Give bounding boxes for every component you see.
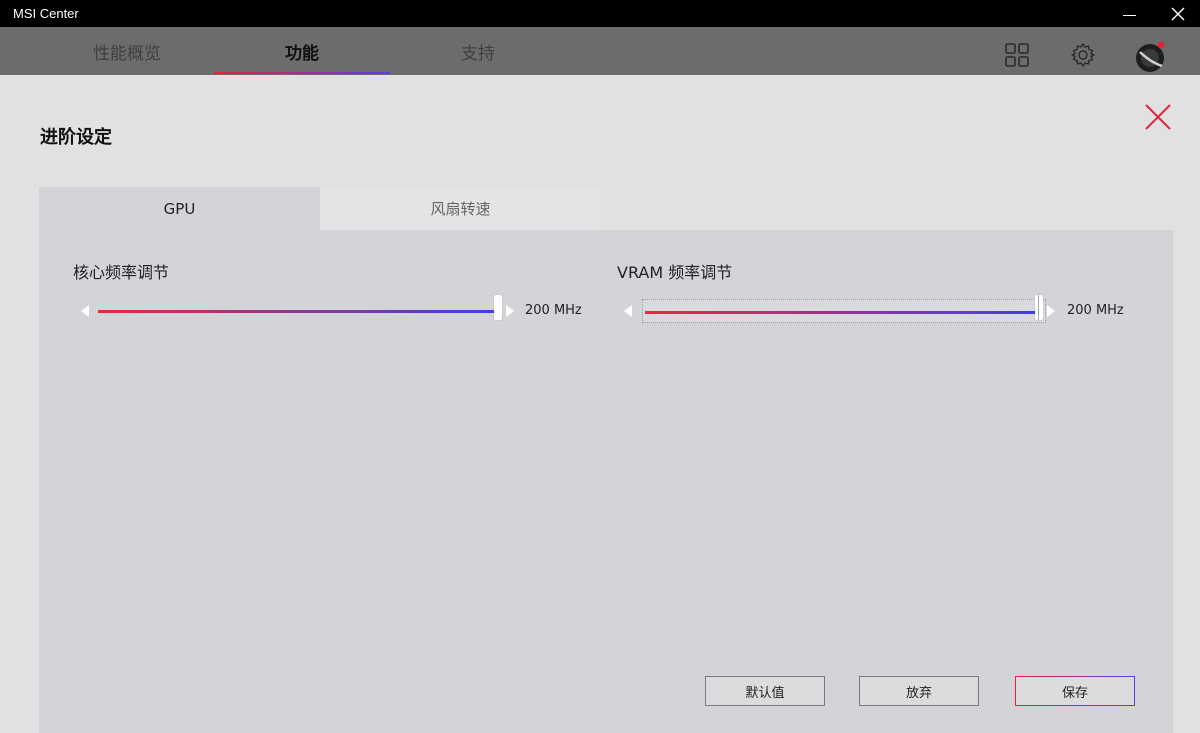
- vram-clock-fill: [645, 311, 1041, 314]
- discard-button[interactable]: 放弃: [859, 676, 979, 706]
- tab-support[interactable]: 支持: [390, 27, 566, 75]
- vram-clock-track[interactable]: [642, 299, 1046, 323]
- gpu-settings-content: 核心频率调节 200 MHz VRAM 频率调节 200 MHz 默认值 放弃 …: [39, 230, 1173, 733]
- settings-tabs: GPU 风扇转速: [39, 187, 609, 230]
- vram-clock-decrease-icon[interactable]: [624, 305, 632, 317]
- top-navigation: 性能概览 功能 支持: [0, 27, 1200, 75]
- tab-features[interactable]: 功能: [214, 27, 390, 75]
- vram-clock-increase-icon[interactable]: [1047, 305, 1055, 317]
- vram-clock-label: VRAM 频率调节: [617, 263, 733, 282]
- minimize-button[interactable]: [1112, 0, 1148, 27]
- grid-button[interactable]: [1004, 42, 1030, 68]
- default-button[interactable]: 默认值: [705, 676, 825, 706]
- profile-icon: [1136, 41, 1165, 72]
- tab-fan-speed[interactable]: 风扇转速: [320, 187, 601, 230]
- panel-close-button[interactable]: [1140, 99, 1176, 135]
- vram-clock-thumb[interactable]: [1035, 295, 1043, 320]
- grid-icon: [1005, 43, 1029, 67]
- profile-button[interactable]: [1134, 40, 1168, 74]
- close-icon: [1171, 7, 1185, 21]
- close-window-button[interactable]: [1160, 0, 1196, 27]
- save-button[interactable]: 保存: [1015, 676, 1135, 706]
- close-icon: [1145, 104, 1171, 130]
- vram-clock-value: 200 MHz: [1067, 303, 1124, 318]
- core-clock-increase-icon[interactable]: [506, 305, 514, 317]
- window-titlebar: MSI Center: [0, 0, 1200, 27]
- gear-icon: [1071, 43, 1095, 67]
- core-clock-label: 核心频率调节: [73, 263, 170, 282]
- app-title: MSI Center: [13, 6, 79, 21]
- vram-clock-slider[interactable]: 200 MHz: [624, 295, 1134, 327]
- core-clock-thumb[interactable]: [494, 295, 502, 320]
- active-tab-indicator: [214, 72, 390, 74]
- core-clock-track[interactable]: [95, 299, 505, 323]
- core-clock-decrease-icon[interactable]: [81, 305, 89, 317]
- panel-title: 进阶设定: [40, 127, 112, 148]
- tab-gpu[interactable]: GPU: [39, 187, 320, 230]
- tab-overview[interactable]: 性能概览: [40, 27, 214, 75]
- advanced-settings-panel: 进阶设定 GPU 风扇转速 核心频率调节 200 MHz VRAM 频率调节 2…: [0, 75, 1200, 733]
- core-clock-slider[interactable]: 200 MHz: [81, 295, 591, 327]
- core-clock-fill: [98, 310, 498, 313]
- settings-button[interactable]: [1070, 42, 1096, 68]
- core-clock-value: 200 MHz: [525, 303, 582, 318]
